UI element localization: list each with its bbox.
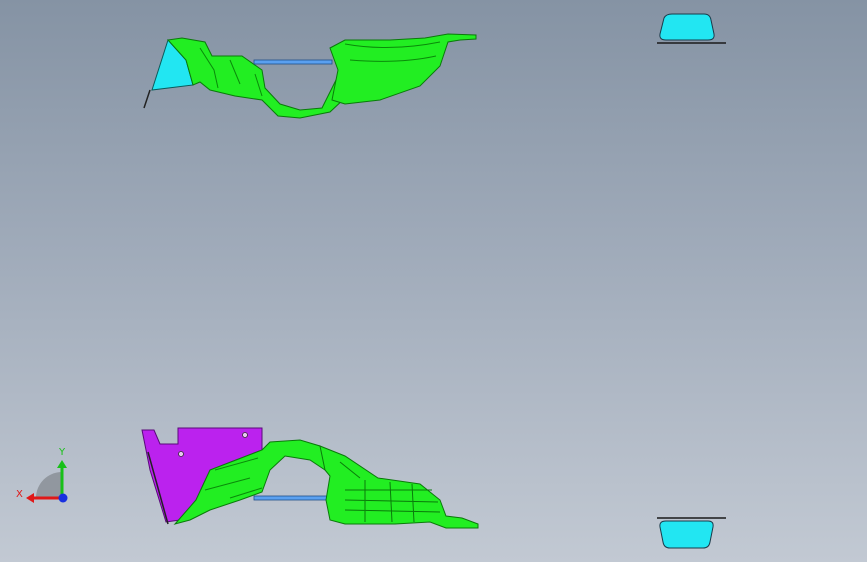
bottom-green-right-shell [319,445,479,529]
model-canvas[interactable]: X Y [0,0,867,562]
bracket-hole-2 [178,451,184,457]
triad-y-arrow [57,460,67,468]
top-profile-shape [659,13,715,41]
coordinate-triad[interactable]: X Y [16,447,68,503]
top-connector-bar [253,59,333,65]
bottom-view-part[interactable] [141,427,479,529]
bracket-hole-1 [242,432,248,438]
triad-y-label: Y [58,447,66,458]
top-cyan-edge [143,89,151,109]
top-green-right-bowl [329,33,477,105]
triad-x-arrow [26,493,34,503]
triad-grey-quarter [36,472,62,498]
top-view-part[interactable] [143,33,477,119]
bottom-right-profile [657,517,726,549]
bottom-connector-bar [253,495,333,501]
cad-viewport[interactable]: X Y [0,0,867,562]
bottom-profile-shape [659,520,714,549]
triad-z-axis [58,493,68,503]
triad-x-label: X [16,489,23,500]
top-right-profile [657,13,726,44]
